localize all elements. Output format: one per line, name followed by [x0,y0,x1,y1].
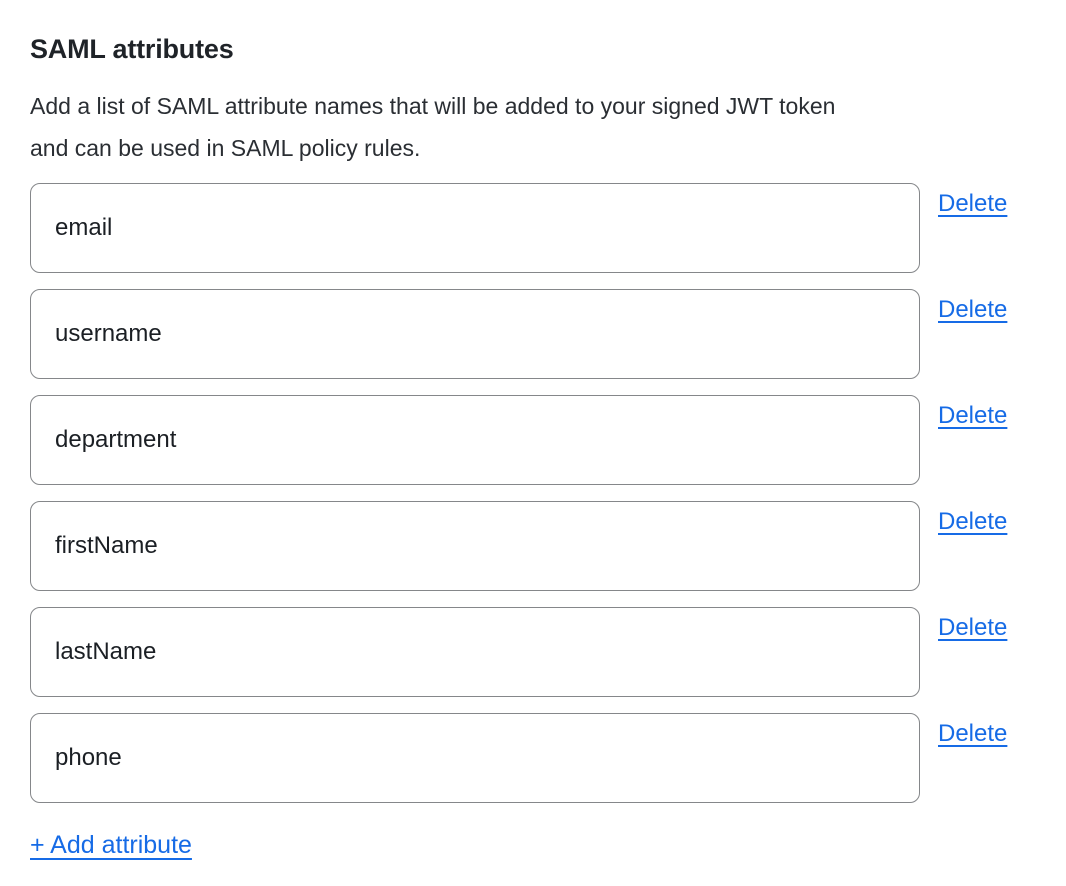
attribute-input-firstname[interactable] [30,501,920,591]
attribute-row: Delete [30,501,1036,591]
add-attribute-link[interactable]: + Add attribute [30,830,192,860]
attribute-input-lastname[interactable] [30,607,920,697]
delete-link-phone[interactable]: Delete [938,720,1007,748]
delete-link-username[interactable]: Delete [938,296,1007,324]
attribute-row: Delete [30,289,1036,379]
attribute-input-email[interactable] [30,183,920,273]
delete-link-lastname[interactable]: Delete [938,614,1007,642]
attribute-row: Delete [30,395,1036,485]
attribute-row: Delete [30,607,1036,697]
description-line-2: and can be used in SAML policy rules. [30,135,420,161]
delete-link-firstname[interactable]: Delete [938,508,1007,536]
attribute-input-phone[interactable] [30,713,920,803]
page-title: SAML attributes [30,34,1036,65]
attribute-row: Delete [30,183,1036,273]
description-line-1: Add a list of SAML attribute names that … [30,93,835,119]
saml-attributes-section: SAML attributes Add a list of SAML attri… [0,0,1066,860]
attribute-input-username[interactable] [30,289,920,379]
section-description: Add a list of SAML attribute names that … [30,85,1036,169]
attribute-row: Delete [30,713,1036,803]
attribute-input-department[interactable] [30,395,920,485]
delete-link-email[interactable]: Delete [938,190,1007,218]
delete-link-department[interactable]: Delete [938,402,1007,430]
